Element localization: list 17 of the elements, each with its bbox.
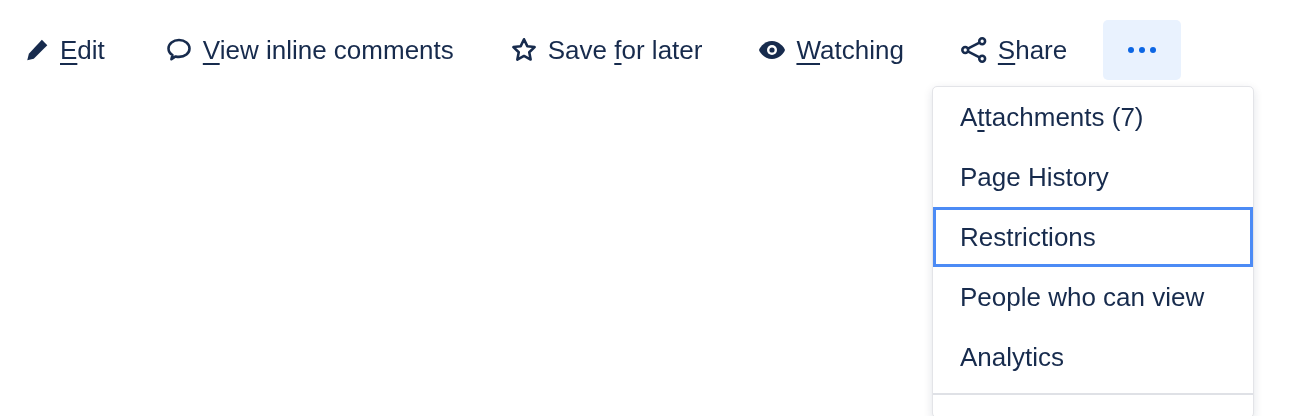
share-icon [959, 36, 988, 64]
menu-item[interactable]: Attachments (7) [933, 87, 1253, 147]
menu-item[interactable]: People who can view [933, 267, 1253, 327]
menu-item[interactable]: Restrictions [933, 207, 1253, 267]
comment-button[interactable]: View inline comments [160, 20, 458, 80]
edit-button[interactable]: Edit [20, 20, 109, 80]
share-button[interactable]: Share [955, 20, 1072, 80]
speech-bubble-icon [164, 36, 193, 64]
more-icon [1127, 46, 1158, 54]
menu-item[interactable]: Page History [933, 147, 1253, 207]
star-button[interactable]: Save for later [505, 20, 707, 80]
eye-button[interactable]: Watching [754, 20, 908, 80]
menu-item[interactable]: Analytics [933, 327, 1253, 387]
pencil-icon [24, 37, 50, 63]
star-icon [509, 36, 538, 64]
eye-icon [758, 39, 787, 61]
more-button[interactable] [1103, 20, 1182, 80]
